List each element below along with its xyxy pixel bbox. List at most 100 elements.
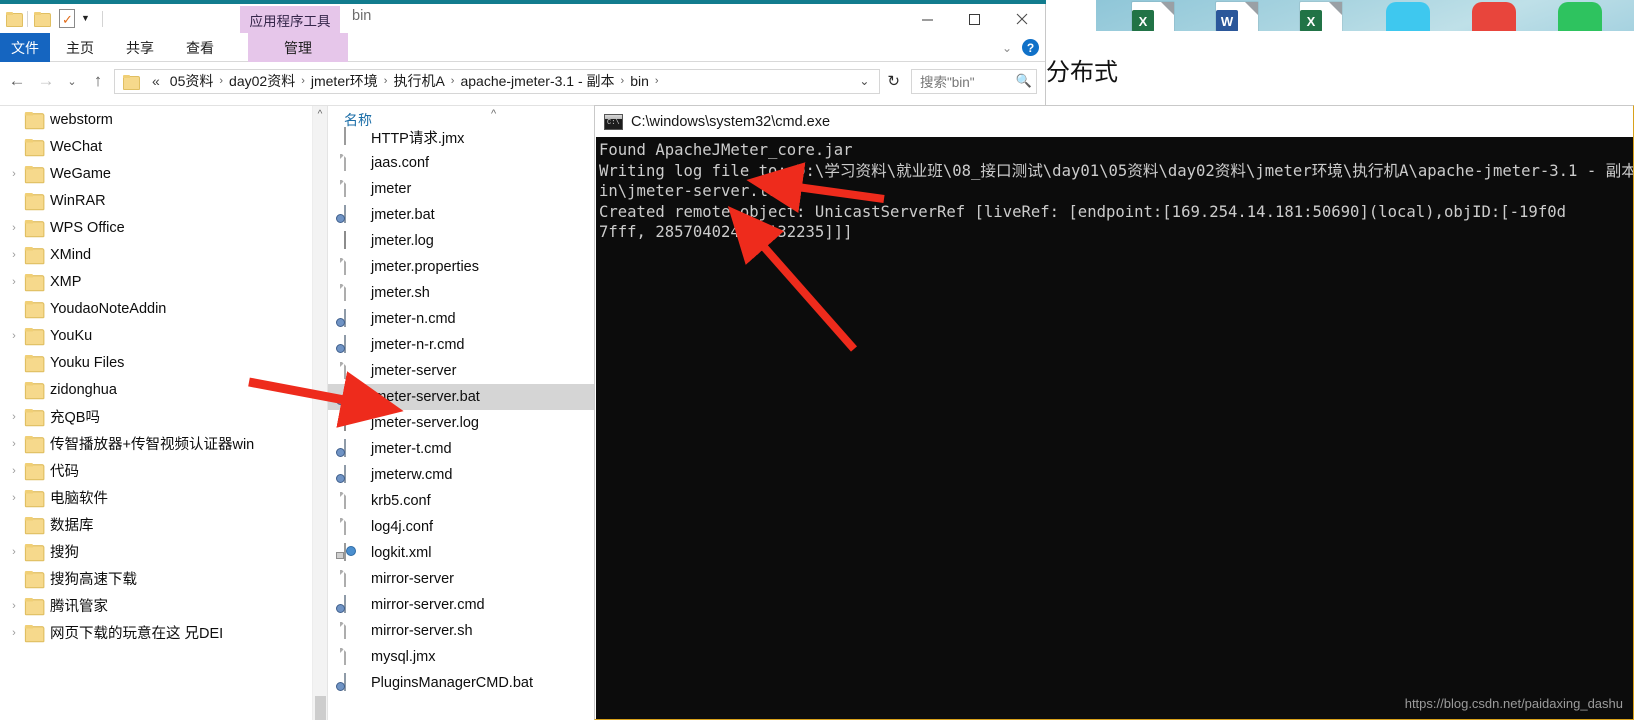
file-name-label: jaas.conf — [371, 155, 430, 171]
tree-item[interactable]: zidonghua — [0, 376, 327, 403]
toolbar-divider — [27, 10, 28, 27]
search-icon[interactable]: 🔍 — [1016, 73, 1032, 89]
folder-icon — [24, 274, 45, 292]
desktop-icon-word[interactable]: W — [1216, 2, 1258, 31]
breadcrumb-item-0[interactable]: 05资料 — [165, 69, 219, 93]
tree-item[interactable]: webstorm — [0, 106, 327, 133]
chevron-right-icon[interactable]: › — [2, 465, 26, 477]
chevron-right-icon[interactable]: › — [2, 492, 26, 504]
tree-item[interactable]: › XMP — [0, 268, 327, 295]
cmd-output-area[interactable]: Found ApacheJMeter_core.jar Writing log f… — [596, 137, 1633, 719]
generic-file-icon — [340, 620, 363, 641]
properties-icon[interactable]: ✓ — [59, 9, 75, 28]
desktop-icon-red-app[interactable] — [1472, 2, 1516, 31]
jmx-file-icon — [344, 126, 363, 147]
folder-tree: webstorm WeChat › WeGame WinRAR › WPS Office › X… — [0, 106, 327, 646]
tree-item[interactable]: 数据库 — [0, 511, 327, 538]
tree-item-label: XMind — [50, 246, 92, 263]
breadcrumb-item-5[interactable]: bin — [625, 71, 654, 91]
batch-file-icon — [336, 204, 363, 225]
chevron-right-icon[interactable]: › — [2, 330, 26, 342]
log-file-icon — [344, 230, 346, 249]
batch-file-icon — [336, 334, 363, 355]
maximize-button[interactable] — [951, 4, 998, 34]
breadcrumb-item-1[interactable]: day02资料 — [224, 69, 300, 93]
generic-file-icon — [340, 178, 363, 199]
forward-button[interactable]: → — [33, 66, 59, 96]
search-input[interactable]: 搜索"bin" 🔍 — [911, 68, 1037, 94]
tab-view[interactable]: 查看 — [170, 33, 230, 62]
up-button[interactable]: ↑ — [85, 66, 111, 96]
tree-item[interactable]: › 腾讯管家 — [0, 592, 327, 619]
chevron-right-icon[interactable]: › — [2, 627, 26, 639]
navigation-scrollbar[interactable]: ^ — [312, 106, 327, 720]
breadcrumb-item-2[interactable]: jmeter环境 — [306, 69, 383, 93]
breadcrumb-item-3[interactable]: 执行机A — [388, 69, 449, 93]
chevron-right-icon[interactable]: › — [2, 411, 26, 423]
file-name-label: mirror-server.sh — [371, 623, 473, 639]
tree-item[interactable]: › 传智播放器+传智视频认证器win — [0, 430, 327, 457]
desktop-icon-excel-2[interactable]: X — [1300, 2, 1342, 31]
new-folder-icon[interactable] — [34, 12, 51, 27]
tree-item-label: WeChat — [50, 138, 103, 155]
tree-item-label: 搜狗 — [50, 545, 79, 561]
tree-item[interactable]: › 电脑软件 — [0, 484, 327, 511]
generic-file-icon — [340, 360, 363, 381]
chevron-right-icon[interactable]: › — [2, 600, 26, 612]
chevron-down-icon[interactable]: ⌄ — [1002, 41, 1012, 55]
address-breadcrumb-input[interactable]: « 05资料 › day02资料 › jmeter环境 › 执行机A › apa… — [114, 68, 881, 94]
breadcrumb-item-4[interactable]: apache-jmeter-3.1 - 副本 — [455, 69, 619, 93]
chevron-right-icon[interactable]: › — [2, 249, 26, 261]
recent-locations-button[interactable]: ⌄ — [62, 66, 82, 96]
back-button[interactable]: ← — [4, 66, 30, 96]
xml-file-icon — [336, 542, 363, 563]
tree-item[interactable]: › WPS Office — [0, 214, 327, 241]
tree-item[interactable]: › 搜狗 — [0, 538, 327, 565]
refresh-button[interactable]: ↻ — [883, 72, 904, 90]
chevron-right-icon[interactable]: › — [2, 546, 26, 558]
command-prompt-window: C:\ C:\windows\system32\cmd.exe Found Ap… — [594, 105, 1634, 720]
file-name-label: logkit.xml — [371, 545, 432, 561]
console-icon: C:\ — [604, 113, 623, 130]
batch-file-icon — [336, 464, 363, 485]
tree-item[interactable]: › 充QB吗 — [0, 403, 327, 430]
tab-manage[interactable]: 管理 — [248, 33, 348, 62]
close-button[interactable] — [998, 4, 1045, 34]
desktop-icon-green-app[interactable] — [1558, 2, 1602, 31]
breadcrumb-overflow-icon[interactable]: « — [144, 71, 165, 91]
chevron-right-icon[interactable]: › — [2, 438, 26, 450]
help-icon[interactable]: ? — [1022, 39, 1039, 56]
watermark-text: https://blog.csdn.net/paidaxing_dashu — [1404, 696, 1623, 711]
generic-file-icon — [340, 490, 346, 509]
desktop-icon-cyan-app[interactable] — [1386, 2, 1430, 31]
tab-home[interactable]: 主页 — [50, 33, 110, 62]
tree-item[interactable]: WeChat — [0, 133, 327, 160]
tree-item[interactable]: › WeGame — [0, 160, 327, 187]
minimize-button[interactable] — [904, 4, 951, 34]
tree-item[interactable]: › 网页下载的玩意在这 兄DEI — [0, 619, 327, 646]
tree-item[interactable]: › XMind — [0, 241, 327, 268]
desktop-icon-excel-1[interactable]: X — [1132, 2, 1174, 31]
tree-item[interactable]: WinRAR — [0, 187, 327, 214]
tree-item[interactable]: Youku Files — [0, 349, 327, 376]
address-dropdown-icon[interactable]: ⌄ — [853, 74, 875, 88]
tree-item[interactable]: › YouKu — [0, 322, 327, 349]
tab-share[interactable]: 共享 — [110, 33, 170, 62]
generic-file-icon — [340, 568, 346, 587]
tree-item-label: YouKu — [50, 327, 93, 344]
generic-file-icon — [340, 490, 363, 511]
generic-file-icon — [340, 178, 346, 197]
tree-item[interactable]: YoudaoNoteAddin — [0, 295, 327, 322]
breadcrumb-separator-icon[interactable]: › — [654, 75, 660, 87]
customize-quick-access-caret-icon[interactable]: ▼ — [81, 14, 90, 23]
tree-item[interactable]: 搜狗高速下载 — [0, 565, 327, 592]
scrollbar-thumb[interactable] — [315, 696, 326, 720]
address-folder-icon — [123, 74, 140, 90]
chevron-right-icon[interactable]: › — [2, 276, 26, 288]
chevron-up-icon[interactable]: ^ — [313, 106, 327, 122]
chevron-right-icon[interactable]: › — [2, 168, 26, 180]
chevron-right-icon[interactable]: › — [2, 222, 26, 234]
tab-file[interactable]: 文件 — [0, 33, 50, 62]
tree-item[interactable]: › 代码 — [0, 457, 327, 484]
log-file-icon — [344, 412, 346, 431]
